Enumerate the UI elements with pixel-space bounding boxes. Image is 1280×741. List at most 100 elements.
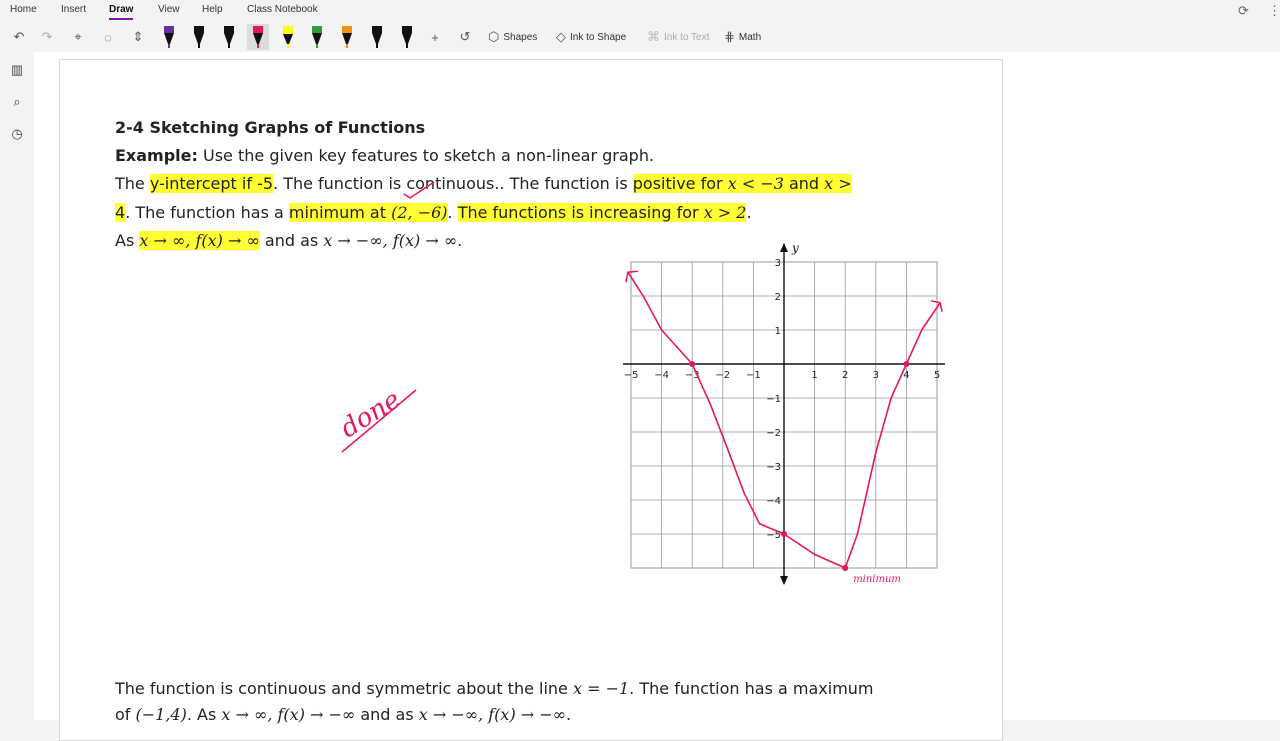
highlight-y-intercept: y-intercept if -5 xyxy=(149,174,274,193)
ink-to-text-button[interactable]: ⌘ Ink to Text xyxy=(647,26,709,48)
y-tick-label: 2 xyxy=(775,292,781,303)
pen-icon xyxy=(372,26,382,48)
math-icon: ⋕ xyxy=(724,29,735,44)
pen-icon xyxy=(402,26,412,48)
y-tick-label: −2 xyxy=(766,428,781,439)
menu-home[interactable]: Home xyxy=(10,4,37,15)
ink-minimum-label: minimum xyxy=(853,574,901,585)
pen-icon xyxy=(224,26,234,48)
ink-to-text-label: Ink to Text xyxy=(664,31,710,43)
pen-icon xyxy=(164,26,174,48)
menu-class-notebook[interactable]: Class Notebook xyxy=(247,4,318,15)
ink-to-text-icon: ⌘ xyxy=(647,29,660,44)
redo-icon: ↷ xyxy=(41,29,53,44)
pen-2-button[interactable] xyxy=(188,24,210,50)
text-segment: . The function has a xyxy=(125,203,289,222)
ink-key-point xyxy=(689,361,696,367)
lasso-select-button[interactable]: ⌖ xyxy=(68,26,88,48)
math-x-greater-2: x > 2 xyxy=(703,203,747,222)
pen-3-button[interactable] xyxy=(218,24,240,50)
ink-key-point xyxy=(842,565,849,571)
pen-icon xyxy=(253,26,263,48)
x-tick-label: 1 xyxy=(811,370,817,381)
ink-replay-icon: ↺ xyxy=(459,29,471,44)
more-icon[interactable]: ⋮ xyxy=(1268,3,1280,19)
y-axis-arrow-up xyxy=(780,243,788,252)
math-x-greater: x > xyxy=(824,174,852,193)
example-label: Example: xyxy=(115,146,198,165)
y-tick-label: −1 xyxy=(766,394,781,405)
pen-4-button[interactable] xyxy=(247,24,269,50)
pen-icon xyxy=(342,26,352,48)
math-end-behavior-right: x → ∞, f(x) → ∞ xyxy=(139,231,260,250)
highlight-four: 4 xyxy=(115,203,126,222)
ink-done-annotation: done xyxy=(335,385,417,453)
eraser-icon: ◌ xyxy=(104,29,112,45)
y-axis-arrow-down xyxy=(780,576,788,585)
search-icon[interactable]: ⌕ xyxy=(9,94,25,110)
ink-arrow-left xyxy=(625,270,639,283)
add-space-button[interactable]: ⇕ xyxy=(128,26,148,48)
x-tick-label: 5 xyxy=(934,370,940,381)
ink-checkmark xyxy=(403,181,435,199)
shapes-label: Shapes xyxy=(503,31,538,43)
text-segment: of xyxy=(115,705,136,724)
ink-key-point xyxy=(781,531,787,537)
pen-green-button[interactable] xyxy=(306,24,328,50)
x-tick-label: 3 xyxy=(873,370,879,381)
undo-button[interactable]: ↶ xyxy=(10,26,28,48)
notebooks-icon[interactable]: ▥ xyxy=(9,62,25,78)
end-behavior-line: As x → ∞, f(x) → ∞ and as x → −∞, f(x) →… xyxy=(115,231,462,250)
shapes-icon: ⬡ xyxy=(488,29,500,44)
shapes-button[interactable]: ⬡ Shapes xyxy=(488,26,537,48)
menu-bar: Home Insert Draw View Help Class Noteboo… xyxy=(0,0,1280,22)
x-tick-label: 2 xyxy=(842,370,848,381)
ink-to-shape-icon: ◇ xyxy=(556,29,566,44)
menu-view[interactable]: View xyxy=(158,4,180,15)
menu-draw[interactable]: Draw xyxy=(109,4,133,15)
sync-icon[interactable]: ⟳ xyxy=(1238,3,1249,19)
left-rail: ▥ ⌕ ◷ xyxy=(0,52,34,720)
math-x-less-neg3: x < −3 xyxy=(727,174,784,193)
y-axis-label: y xyxy=(791,241,799,255)
math-end-behavior-left-2: x → −∞, f(x) → −∞ xyxy=(418,705,566,724)
example-text: Use the given key features to sketch a n… xyxy=(197,146,655,165)
ink-done-text: done xyxy=(335,385,406,445)
pen-7-button[interactable] xyxy=(396,24,418,50)
math-button[interactable]: ⋕ Math xyxy=(724,26,761,48)
pen-icon xyxy=(194,26,204,48)
add-space-icon: ⇕ xyxy=(132,29,144,44)
recent-clock-icon[interactable]: ◷ xyxy=(9,126,25,142)
text-segment: . The function has a maximum xyxy=(629,679,874,698)
page-title: 2-4 Sketching Graphs of Functions xyxy=(115,118,426,137)
ink-to-shape-button[interactable]: ◇ Ink to Shape xyxy=(556,26,626,48)
text-segment: . The function is continuous.. The funct… xyxy=(273,174,633,193)
pen-1-button[interactable] xyxy=(158,24,180,50)
ink-replay-button[interactable]: ↺ xyxy=(455,26,475,48)
features-line-1: The y-intercept if -5. The function is c… xyxy=(115,174,852,193)
math-maximum-point: (−1,4) xyxy=(135,705,187,724)
menu-insert[interactable]: Insert xyxy=(61,4,86,15)
text-segment: and as xyxy=(259,231,324,250)
features-line-2: 4. The function has a minimum at (2, −6)… xyxy=(115,203,752,222)
plus-icon: + xyxy=(431,29,439,45)
ink-to-shape-label: Ink to Shape xyxy=(570,31,627,43)
math-minimum-point: (2, −6) xyxy=(391,203,448,222)
pen-orange-button[interactable] xyxy=(336,24,358,50)
text-segment: . xyxy=(447,203,458,222)
text-segment: . xyxy=(457,231,463,250)
lasso-icon: ⌖ xyxy=(74,29,82,44)
highlighter-yellow-button[interactable] xyxy=(277,24,299,50)
add-pen-button[interactable]: + xyxy=(426,26,444,48)
y-tick-label: −3 xyxy=(766,462,781,473)
x-tick-label: −4 xyxy=(654,370,669,381)
redo-button[interactable]: ↷ xyxy=(38,26,56,48)
menu-help[interactable]: Help xyxy=(202,4,223,15)
highlight-increasing: The functions is increasing for xyxy=(457,203,704,222)
text-segment: and as xyxy=(355,705,419,724)
ink-key-point xyxy=(903,361,910,367)
text-segment: As xyxy=(115,231,140,250)
eraser-button[interactable]: ◌ xyxy=(98,26,118,48)
pen-6-button[interactable] xyxy=(366,24,388,50)
y-tick-label: 3 xyxy=(775,258,781,269)
